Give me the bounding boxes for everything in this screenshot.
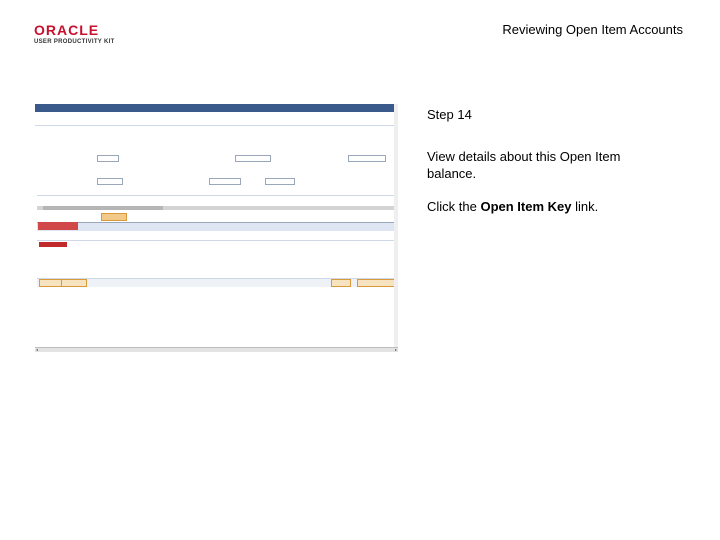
screenshot-criteria-header xyxy=(37,186,395,196)
step-instruction: Click the Open Item Key link. xyxy=(427,199,598,214)
instruction-suffix: link. xyxy=(571,199,599,214)
open-item-key-target: Open Item Key xyxy=(480,199,572,214)
instruction-prefix: Click the xyxy=(427,199,481,214)
screenshot-search-button xyxy=(101,213,127,221)
screenshot-update-button xyxy=(357,279,395,287)
step-label: Step 14 xyxy=(427,107,472,122)
screenshot-criteria-row xyxy=(37,198,395,204)
screenshot-notify-button xyxy=(61,279,87,287)
screenshot-grid-tab xyxy=(38,222,78,230)
logo-product: USER PRODUCTIVITY KIT xyxy=(34,39,115,45)
page-title: Reviewing Open Item Accounts xyxy=(502,22,683,37)
screenshot-search-field xyxy=(348,155,386,162)
screenshot-vertical-scrollbar xyxy=(394,104,398,347)
screenshot-grid-columns xyxy=(37,231,395,241)
screenshot-to-date-field xyxy=(265,178,295,185)
step-description: View details about this Open Item balanc… xyxy=(427,149,621,181)
screenshot-menubar xyxy=(35,104,398,112)
application-screenshot: ◂ ▸ xyxy=(35,104,398,352)
screenshot-business-unit-field xyxy=(97,155,119,162)
screenshot-grid-header xyxy=(37,222,395,231)
screenshot-save-button xyxy=(39,279,63,287)
logo-brand: ORACLE xyxy=(34,22,100,38)
oracle-upk-logo: ORACLE USER PRODUCTIVITY KIT xyxy=(34,22,154,45)
screenshot-reconcile-field xyxy=(97,178,123,185)
screenshot-criteria-scrollbar xyxy=(37,206,395,210)
screenshot-period-field xyxy=(209,178,241,185)
screenshot-add-button xyxy=(331,279,351,287)
screenshot-ledger-field xyxy=(235,155,271,162)
screenshot-header-band xyxy=(35,112,398,126)
screenshot-horizontal-scrollbar: ◂ ▸ xyxy=(35,347,398,352)
screenshot-open-item-key-link xyxy=(39,242,67,247)
